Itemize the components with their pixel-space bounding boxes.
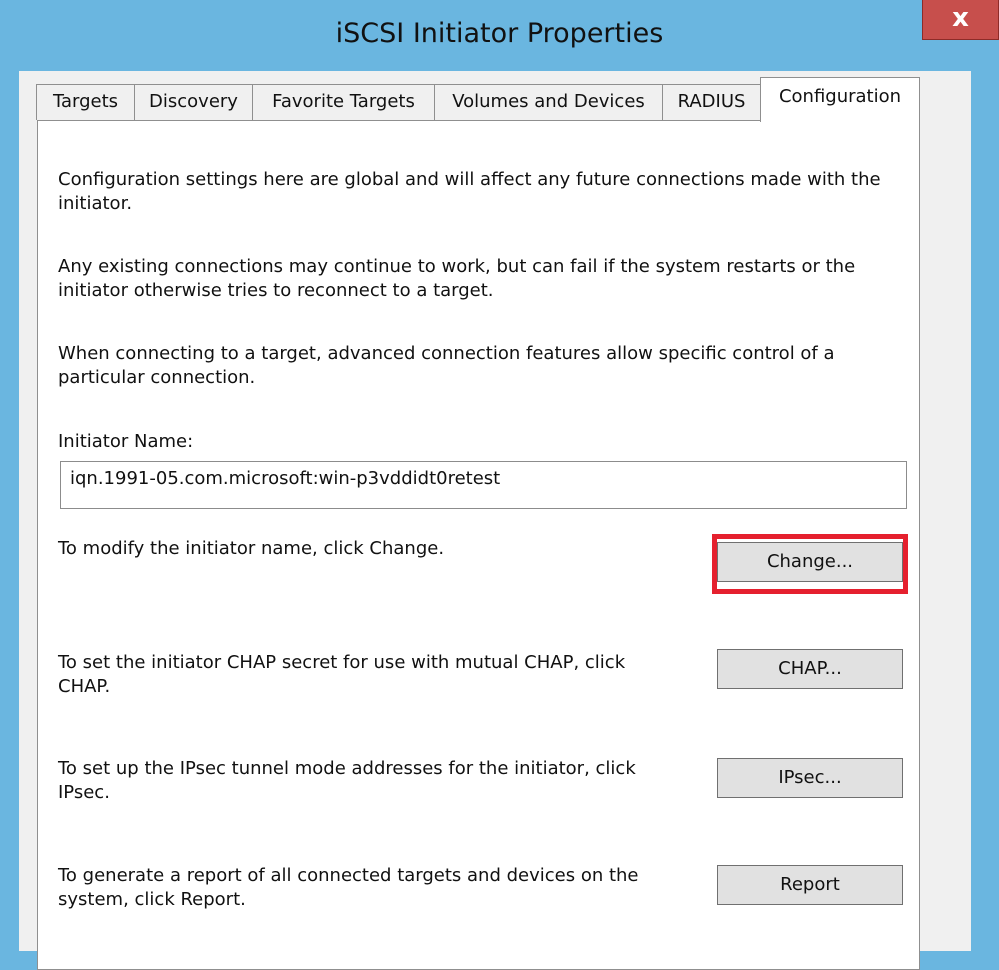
config-description-advanced: When connecting to a target, advanced co… bbox=[58, 343, 835, 388]
tab-targets[interactable]: Targets bbox=[36, 84, 135, 120]
ipsec-instruction: To set up the IPsec tunnel mode addresse… bbox=[58, 758, 636, 803]
initiator-name-label: Initiator Name: bbox=[58, 431, 194, 452]
chap-instruction: To set the initiator CHAP secret for use… bbox=[58, 652, 626, 697]
tab-favorite-targets[interactable]: Favorite Targets bbox=[252, 84, 435, 120]
change-instruction: To modify the initiator name, click Chan… bbox=[58, 538, 445, 559]
config-description-global: Configuration settings here are global a… bbox=[58, 169, 881, 214]
tab-configuration[interactable]: Configuration bbox=[760, 77, 920, 122]
ipsec-button[interactable]: IPsec... bbox=[717, 758, 903, 798]
title-bar[interactable]: iSCSI Initiator Properties x bbox=[0, 0, 999, 80]
tab-discovery[interactable]: Discovery bbox=[134, 84, 253, 120]
report-button[interactable]: Report bbox=[717, 865, 903, 905]
close-button[interactable]: x bbox=[922, 0, 999, 40]
dialog-client-area: Targets Discovery Favorite Targets Volum… bbox=[19, 71, 971, 970]
config-description-existing: Any existing connections may continue to… bbox=[58, 256, 856, 301]
iscsi-properties-window: iSCSI Initiator Properties x Targets Dis… bbox=[0, 0, 999, 970]
initiator-name-field[interactable]: iqn.1991-05.com.microsoft:win-p3vddidt0r… bbox=[60, 461, 907, 509]
close-icon: x bbox=[952, 3, 969, 33]
report-instruction: To generate a report of all connected ta… bbox=[58, 865, 639, 910]
chap-button[interactable]: CHAP... bbox=[717, 649, 903, 689]
window-title: iSCSI Initiator Properties bbox=[335, 18, 664, 49]
configuration-panel: Configuration settings here are global a… bbox=[37, 120, 920, 970]
change-button[interactable]: Change... bbox=[717, 542, 903, 582]
tab-volumes-and-devices[interactable]: Volumes and Devices bbox=[434, 84, 663, 120]
tab-radius[interactable]: RADIUS bbox=[662, 84, 761, 120]
